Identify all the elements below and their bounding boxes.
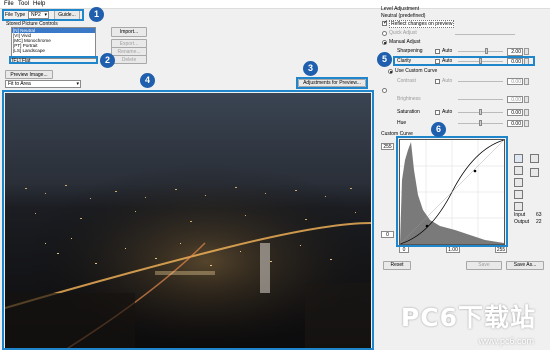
- callout-marker-6: 6: [431, 122, 446, 137]
- curve-top-value[interactable]: 255: [381, 143, 394, 150]
- reset-button[interactable]: Reset: [383, 261, 411, 270]
- menu-file[interactable]: File: [4, 1, 14, 7]
- save-as-button[interactable]: Save As...: [506, 261, 544, 270]
- manual-adjust-label: Manual Adjust: [389, 39, 421, 45]
- brightness-stepper[interactable]: [524, 96, 529, 103]
- preview-area-highlight: [2, 90, 374, 350]
- menu-tool[interactable]: Tool: [18, 1, 29, 7]
- save-icon[interactable]: [530, 168, 539, 177]
- use-custom-curve-radio[interactable]: [388, 69, 393, 74]
- output-value: 22: [536, 219, 542, 225]
- callout-marker-4: 4: [140, 73, 155, 88]
- curve-left-value[interactable]: 0: [381, 231, 394, 238]
- sharpening-auto-checkbox[interactable]: [435, 49, 440, 54]
- hue-stepper[interactable]: [524, 120, 529, 127]
- watermark-logo: PC6下载站: [400, 303, 536, 332]
- curve-bottom-mid-value[interactable]: 1.00: [446, 246, 460, 253]
- load-curve-icon[interactable]: [530, 154, 539, 163]
- quick-adjust-radio[interactable]: [382, 31, 387, 36]
- menu-bar: File Tool Help: [0, 0, 550, 9]
- saturation-auto-label: Auto: [442, 109, 453, 115]
- sharpening-slider[interactable]: [458, 51, 503, 52]
- quick-adjust-label: Quick Adjust: [389, 30, 417, 36]
- adjustments-highlight: [296, 77, 368, 89]
- line-tool-icon[interactable]: [514, 202, 523, 211]
- brightness-label: Brightness: [397, 96, 421, 102]
- quick-adjust-slider[interactable]: [455, 34, 515, 35]
- curve-bottom-left-value[interactable]: 0: [399, 246, 409, 253]
- clarity-highlight: [393, 56, 535, 66]
- callout-marker-1: 1: [89, 7, 104, 22]
- hue-slider-thumb[interactable]: [479, 120, 482, 126]
- output-label: Output: [514, 219, 530, 225]
- contrast-auto-label: Auto: [442, 78, 453, 84]
- sharpening-auto-label: Auto: [442, 48, 453, 54]
- eyedropper-black-icon[interactable]: [514, 166, 523, 175]
- saturation-auto-checkbox[interactable]: [435, 110, 440, 115]
- use-custom-curve-label: Use Custom Curve: [395, 68, 438, 74]
- input-label: Input: [514, 212, 526, 218]
- import-button[interactable]: Import...: [111, 27, 147, 37]
- reflect-changes-label: Reflect changes on preview: [389, 20, 455, 28]
- saturation-stepper[interactable]: [524, 109, 529, 116]
- custom-curve-option-radio[interactable]: [382, 88, 387, 93]
- brightness-slider[interactable]: [458, 99, 503, 100]
- saturation-label: Saturation: [397, 109, 420, 115]
- sharpening-stepper[interactable]: [524, 48, 529, 55]
- contrast-label: Contrast: [397, 78, 416, 84]
- preview-image-button[interactable]: Preview Image...: [5, 70, 53, 79]
- curve-bottom-right-value[interactable]: 255: [495, 246, 507, 253]
- sharpening-label: Sharpening: [397, 48, 423, 54]
- level-adjustment-title: Level Adjustment: [381, 6, 420, 12]
- flat-item-highlight: [9, 56, 98, 64]
- list-item[interactable]: [LS] Landscape: [12, 48, 95, 53]
- fit-to-area-select[interactable]: Fit to Area ▾: [5, 80, 81, 88]
- saturation-slider-thumb[interactable]: [479, 109, 482, 115]
- hue-label: Hue: [397, 120, 407, 126]
- sharpening-slider-thumb[interactable]: [485, 48, 488, 54]
- brightness-value[interactable]: 0.00: [507, 96, 523, 103]
- file-type-highlight: [2, 9, 84, 21]
- callout-marker-2: 2: [100, 53, 115, 68]
- curve-area-highlight: [396, 136, 508, 247]
- contrast-value[interactable]: 0.00: [507, 78, 523, 85]
- menu-help[interactable]: Help: [33, 1, 45, 7]
- save-button[interactable]: Save: [466, 261, 502, 270]
- save-curve-icon[interactable]: [514, 154, 523, 163]
- contrast-stepper[interactable]: [524, 78, 529, 85]
- stored-controls-list[interactable]: [N] Neutral [VI] Vivid [MC] Monochrome […: [11, 27, 96, 59]
- watermark-url: www.pc6.com: [478, 336, 534, 346]
- chevron-down-icon: ▾: [76, 81, 79, 87]
- callout-marker-3: 3: [303, 61, 318, 76]
- reflect-changes-checkbox[interactable]: [382, 19, 388, 26]
- input-value: 63: [536, 212, 542, 218]
- saturation-value[interactable]: 0.00: [507, 109, 523, 116]
- delete-button[interactable]: Delete: [111, 55, 147, 64]
- eyedropper-gray-icon[interactable]: [514, 178, 523, 187]
- contrast-auto-checkbox[interactable]: [435, 79, 440, 84]
- contrast-slider[interactable]: [458, 81, 503, 82]
- hue-value[interactable]: 0.00: [507, 120, 523, 127]
- manual-adjust-radio[interactable]: [382, 40, 387, 45]
- eyedropper-white-icon[interactable]: [514, 190, 523, 199]
- sharpening-value[interactable]: 2.00: [507, 48, 523, 56]
- callout-marker-5: 5: [377, 52, 392, 67]
